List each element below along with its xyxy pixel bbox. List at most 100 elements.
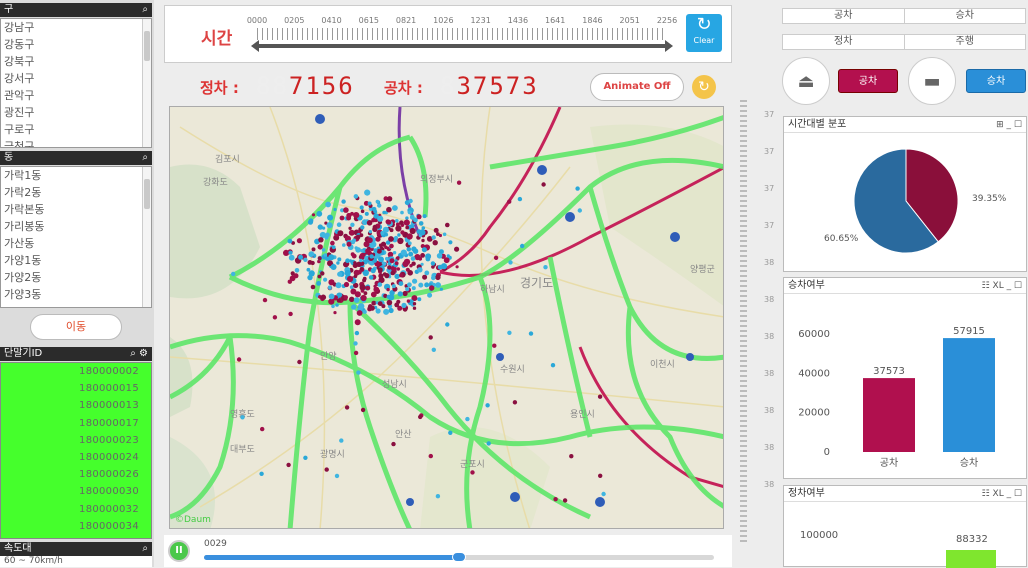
vehicle-marker[interactable]	[356, 310, 363, 316]
vehicle-marker[interactable]	[362, 278, 367, 283]
vehicle-marker[interactable]	[370, 291, 377, 298]
vehicle-marker[interactable]	[323, 253, 328, 257]
terminal-list-item[interactable]: 180000032	[1, 501, 151, 518]
gu-list-item[interactable]: 강서구	[1, 70, 151, 87]
vehicle-marker[interactable]	[325, 232, 330, 238]
vehicle-marker[interactable]	[388, 307, 394, 314]
vehicle-marker[interactable]	[331, 304, 335, 309]
vehicle-marker[interactable]	[377, 267, 383, 273]
vehicle-marker[interactable]	[375, 236, 381, 242]
vehicle-marker[interactable]	[357, 269, 362, 275]
filter-drive[interactable]: 주행	[905, 35, 1026, 49]
dong-list-item[interactable]: 가양3동	[1, 286, 151, 303]
vehicle-marker[interactable]	[435, 494, 441, 499]
vehicle-marker[interactable]	[310, 284, 316, 290]
search-icon[interactable]: ⌕	[142, 151, 148, 165]
clear-button[interactable]: ↻ Clear	[686, 14, 722, 52]
map-canvas[interactable]: 김포시강화도 광명시성남시 군포시용인시 수원시안산 하남시안양 영흥도대부도 …	[170, 107, 724, 529]
vehicle-marker[interactable]	[437, 264, 443, 270]
vehicle-marker[interactable]	[569, 454, 574, 459]
vehicle-marker[interactable]	[386, 294, 391, 299]
vehicle-marker[interactable]	[365, 285, 371, 291]
terminal-list-item[interactable]: 180000026	[1, 466, 151, 483]
filter-ride[interactable]: 승차	[905, 9, 1026, 23]
gu-list-item[interactable]: 광진구	[1, 104, 151, 121]
panel-window-controls[interactable]: ☷ XL _ ☐	[982, 278, 1022, 294]
vehicle-marker[interactable]	[438, 233, 442, 238]
vehicle-marker[interactable]	[287, 238, 293, 244]
vehicle-marker[interactable]	[364, 189, 371, 196]
vehicle-marker[interactable]	[367, 201, 372, 206]
vehicle-marker[interactable]	[400, 210, 404, 215]
vehicle-marker[interactable]	[373, 248, 378, 253]
vehicle-marker[interactable]	[310, 260, 315, 266]
vehicle-marker[interactable]	[368, 275, 374, 280]
vehicle-marker[interactable]	[368, 230, 372, 234]
gu-list[interactable]: 강남구 강동구 강북구 강서구 관악구 광진구 구로구 금천구	[0, 18, 152, 148]
vehicle-marker[interactable]	[337, 230, 344, 237]
vehicle-marker[interactable]	[597, 394, 603, 399]
vehicle-marker[interactable]	[341, 199, 346, 204]
vehicle-marker[interactable]	[356, 261, 362, 267]
vehicle-marker[interactable]	[454, 246, 460, 252]
vehicle-marker[interactable]	[317, 244, 323, 250]
vehicle-marker[interactable]	[373, 286, 380, 293]
vehicle-marker[interactable]	[333, 207, 337, 212]
vehicle-marker[interactable]	[448, 430, 453, 435]
vehicle-marker[interactable]	[369, 305, 375, 311]
vehicle-marker[interactable]	[465, 416, 470, 422]
vehicle-marker[interactable]	[384, 232, 389, 237]
vehicle-marker[interactable]	[345, 258, 350, 263]
vehicle-marker[interactable]	[351, 253, 357, 259]
vehicle-marker[interactable]	[512, 400, 518, 405]
dong-list-item[interactable]: 가락본동	[1, 201, 151, 218]
vehicle-marker[interactable]	[562, 498, 568, 503]
vehicle-marker[interactable]	[370, 268, 376, 274]
vehicle-marker[interactable]	[385, 256, 389, 261]
vehicle-marker[interactable]	[407, 210, 412, 215]
vehicle-marker[interactable]	[326, 222, 333, 229]
vehicle-marker[interactable]	[418, 414, 423, 420]
dong-list-item[interactable]: 가양1동	[1, 252, 151, 269]
vehicle-marker[interactable]	[507, 199, 512, 204]
vehicle-marker[interactable]	[297, 359, 302, 365]
vehicle-marker[interactable]	[419, 229, 426, 236]
vehicle-marker[interactable]	[377, 215, 384, 222]
vehicle-marker[interactable]	[325, 201, 331, 208]
seat-icon[interactable]: ▬	[908, 57, 956, 105]
vehicle-marker[interactable]	[327, 214, 334, 221]
vehicle-marker[interactable]	[376, 248, 382, 254]
vehicle-marker[interactable]	[353, 212, 360, 219]
vehicle-marker[interactable]	[553, 497, 558, 502]
vehicle-marker[interactable]	[429, 285, 435, 291]
vehicle-marker[interactable]	[311, 247, 316, 252]
vehicle-marker[interactable]	[397, 291, 403, 297]
vehicle-marker[interactable]	[455, 265, 459, 269]
vehicle-marker[interactable]	[412, 302, 417, 306]
vehicle-marker[interactable]	[382, 210, 386, 215]
vehicle-marker[interactable]	[303, 257, 308, 262]
vehicle-marker[interactable]	[352, 238, 356, 243]
vehicle-marker[interactable]	[371, 206, 377, 212]
vehicle-marker[interactable]	[358, 303, 365, 310]
vehicle-marker[interactable]	[288, 311, 293, 317]
vehicle-marker[interactable]	[364, 255, 368, 260]
vehicle-marker[interactable]	[353, 274, 358, 278]
vehicle-marker[interactable]	[389, 243, 394, 249]
vehicle-marker[interactable]	[394, 302, 400, 308]
vehicle-marker[interactable]	[420, 253, 425, 258]
vehicle-marker[interactable]	[398, 281, 404, 286]
vehicle-marker[interactable]	[418, 282, 424, 288]
gu-list-item[interactable]: 관악구	[1, 87, 151, 104]
vehicle-marker[interactable]	[317, 274, 322, 279]
vehicle-marker[interactable]	[328, 298, 335, 305]
vehicle-marker[interactable]	[382, 262, 387, 266]
vehicle-marker[interactable]	[331, 245, 336, 250]
vehicle-marker[interactable]	[405, 267, 410, 272]
vehicle-marker[interactable]	[367, 237, 373, 244]
vehicle-marker[interactable]	[386, 299, 393, 306]
vehicle-marker[interactable]	[316, 281, 321, 286]
vehicle-marker[interactable]	[231, 271, 236, 277]
terminal-list-item[interactable]: 180000030	[1, 483, 151, 500]
vehicle-marker[interactable]	[365, 248, 371, 254]
